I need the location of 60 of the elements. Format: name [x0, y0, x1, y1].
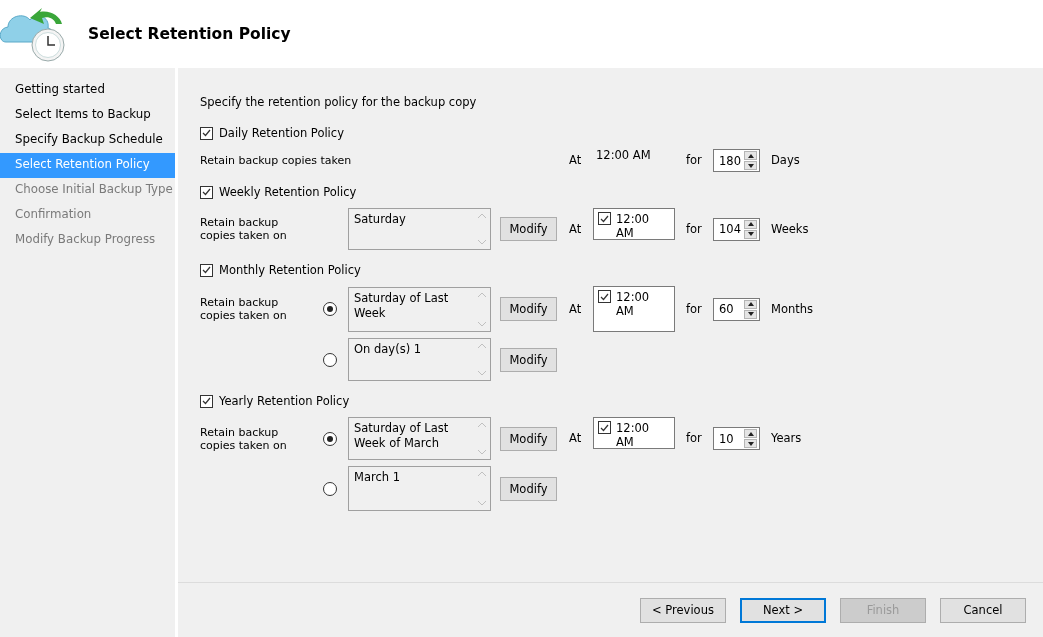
radio-button[interactable]: [323, 481, 337, 496]
radio-button[interactable]: [323, 352, 337, 367]
up-arrow-icon[interactable]: [744, 429, 757, 438]
retain-label: Retain backup copies taken on: [200, 216, 288, 242]
at-label: At: [569, 302, 583, 316]
radio-button[interactable]: [323, 302, 337, 316]
modify-button[interactable]: Modify: [500, 476, 557, 501]
at-label: At: [569, 432, 583, 445]
down-arrow-icon[interactable]: [744, 439, 757, 448]
number-spinner[interactable]: 180: [713, 149, 760, 172]
checkbox[interactable]: [200, 394, 213, 408]
checkbox-label: Monthly Retention Policy: [219, 263, 361, 277]
for-label: for: [686, 302, 703, 316]
for-label: for: [686, 222, 703, 236]
intro-text: Specify the retention policy for the backup copy: [200, 95, 478, 111]
checkbox-label: Daily Retention Policy: [219, 126, 344, 140]
down-arrow-icon[interactable]: [744, 161, 757, 170]
step-item[interactable]: Specify Backup Schedule: [0, 128, 175, 153]
checkbox[interactable]: [200, 126, 213, 140]
radio-button[interactable]: [323, 431, 337, 446]
page-title: Select Retention Policy: [88, 25, 291, 43]
checkbox-label: Weekly Retention Policy: [219, 185, 357, 199]
step-item[interactable]: Getting started: [0, 78, 175, 103]
up-arrow-icon[interactable]: [744, 151, 757, 160]
number-spinner[interactable]: 60: [713, 297, 760, 321]
up-arrow-icon[interactable]: [744, 219, 757, 229]
checkbox[interactable]: [598, 421, 611, 434]
up-arrow-icon[interactable]: [744, 299, 757, 309]
modify-button[interactable]: Modify: [500, 297, 557, 321]
time-field[interactable]: 12:00 AM: [593, 286, 675, 332]
number-spinner[interactable]: 10: [713, 427, 760, 450]
unit-label: Days: [771, 154, 801, 167]
checkbox[interactable]: [598, 212, 611, 225]
wizard-button[interactable]: Next >: [740, 597, 826, 623]
down-arrow-icon[interactable]: [744, 229, 757, 239]
time-field[interactable]: 12:00 AM: [593, 417, 675, 449]
modify-button[interactable]: Modify: [500, 347, 557, 372]
for-label: for: [686, 432, 703, 445]
unit-label: Months: [771, 302, 815, 316]
for-label: for: [686, 154, 703, 167]
step-item[interactable]: Select Items to Backup: [0, 103, 175, 128]
checkbox-label: Yearly Retention Policy: [219, 394, 350, 408]
modify-button[interactable]: Modify: [500, 217, 557, 241]
unit-label: Years: [771, 432, 803, 445]
at-label: At: [569, 154, 583, 167]
retain-label: Retain backup copies taken on: [200, 296, 288, 322]
checkbox[interactable]: [598, 290, 611, 303]
at-label: At: [569, 222, 583, 236]
down-arrow-icon[interactable]: [744, 309, 757, 319]
unit-label: Weeks: [771, 222, 810, 236]
wizard-button[interactable]: Cancel: [940, 597, 1026, 623]
retain-label: Retain backup copies taken on: [200, 425, 288, 452]
number-spinner[interactable]: 104: [713, 217, 760, 241]
time-field[interactable]: 12:00 AM: [593, 208, 675, 240]
time-text: 12:00 AM: [595, 149, 652, 162]
checkbox[interactable]: [200, 263, 213, 277]
checkbox[interactable]: [200, 185, 213, 199]
wizard-button[interactable]: < Previous: [640, 597, 726, 623]
modify-button[interactable]: Modify: [500, 426, 557, 451]
retain-label: Retain backup copies taken: [200, 154, 353, 167]
